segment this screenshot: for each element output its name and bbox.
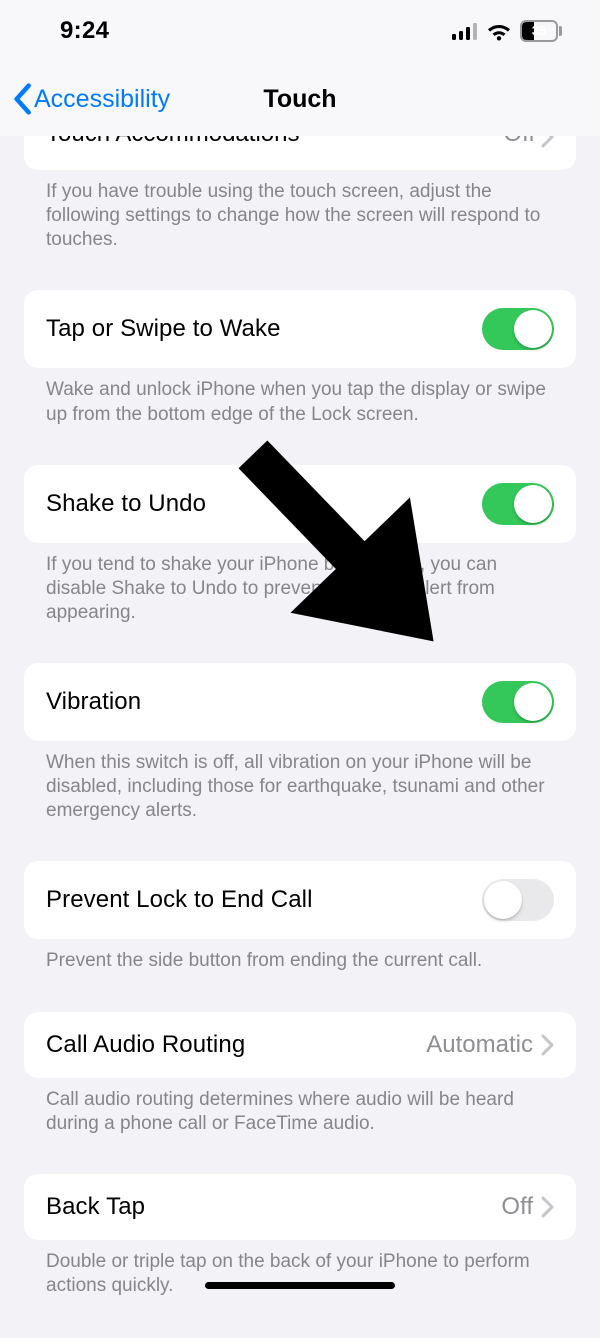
row-title: Vibration	[46, 688, 141, 716]
battery-percent: 35	[522, 22, 556, 40]
group-footer: If you have trouble using the touch scre…	[24, 170, 576, 252]
row-title: Touch Accommodations	[46, 136, 299, 148]
group-footer: Double or triple tap on the back of your…	[24, 1240, 576, 1298]
row-title: Tap or Swipe to Wake	[46, 315, 281, 343]
back-label: Accessibility	[34, 85, 170, 114]
toggle-shake-to-undo[interactable]	[482, 483, 554, 525]
row-title: Prevent Lock to End Call	[46, 886, 313, 914]
group-footer: Call audio routing determines where audi…	[24, 1078, 576, 1136]
chevron-left-icon	[12, 83, 32, 115]
row-prevent-lock-to-end-call[interactable]: Prevent Lock to End Call	[24, 861, 576, 939]
toggle-tap-or-swipe-to-wake[interactable]	[482, 308, 554, 350]
row-value: Off	[503, 136, 535, 148]
chevron-right-icon	[541, 1034, 554, 1056]
row-value: Automatic	[426, 1031, 533, 1059]
row-title: Shake to Undo	[46, 490, 206, 518]
row-call-audio-routing[interactable]: Call Audio Routing Automatic	[24, 1012, 576, 1078]
row-back-tap[interactable]: Back Tap Off	[24, 1174, 576, 1240]
row-vibration[interactable]: Vibration	[24, 663, 576, 741]
settings-list[interactable]: Touch Accommodations Off If you have tro…	[0, 136, 600, 1338]
back-button[interactable]: Accessibility	[0, 83, 170, 115]
nav-bar: Accessibility Touch	[0, 62, 600, 136]
chevron-right-icon	[541, 136, 554, 148]
group-footer: Prevent the side button from ending the …	[24, 939, 576, 973]
row-touch-accommodations[interactable]: Touch Accommodations Off	[24, 136, 576, 170]
status-indicators: 35	[452, 20, 562, 42]
cellular-signal-icon	[452, 23, 478, 40]
group-footer: When this switch is off, all vibration o…	[24, 741, 576, 823]
wifi-icon	[486, 22, 512, 41]
row-title: Call Audio Routing	[46, 1031, 245, 1059]
row-value: Off	[501, 1193, 533, 1221]
chevron-right-icon	[541, 1196, 554, 1218]
row-title: Back Tap	[46, 1193, 145, 1221]
battery-icon: 35	[520, 20, 562, 42]
home-indicator[interactable]	[205, 1282, 395, 1289]
toggle-prevent-lock-to-end-call[interactable]	[482, 879, 554, 921]
toggle-vibration[interactable]	[482, 681, 554, 723]
group-footer: If you tend to shake your iPhone by acci…	[24, 543, 576, 625]
row-tap-or-swipe-to-wake[interactable]: Tap or Swipe to Wake	[24, 290, 576, 368]
group-footer: Wake and unlock iPhone when you tap the …	[24, 368, 576, 426]
status-time: 9:24	[60, 17, 109, 45]
status-bar: 9:24 35	[0, 0, 600, 62]
row-shake-to-undo[interactable]: Shake to Undo	[24, 465, 576, 543]
